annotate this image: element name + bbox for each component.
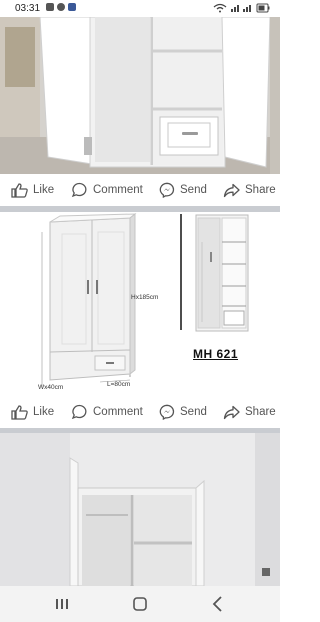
back-icon (212, 596, 222, 612)
gmail-icon (46, 3, 54, 11)
messenger-icon (159, 404, 175, 420)
facebook-icon (68, 3, 76, 11)
width-dimension-label: Wx40cm (38, 384, 64, 391)
height-dimension-label: Hx185cm (131, 294, 159, 301)
thumbs-up-icon (11, 182, 28, 198)
comment-button[interactable]: Comment (71, 174, 143, 206)
signal-icon (231, 5, 239, 12)
length-dimension-label: L=80cm (107, 381, 131, 388)
system-icons (212, 3, 272, 15)
comment-label: Comment (93, 406, 143, 418)
post-actions-1: Like Comment Send Share (0, 174, 280, 206)
post-photo-product-spec[interactable]: Hx185cm Wx40cm L=80cm MH 621 (0, 212, 280, 397)
battery-icon (256, 3, 270, 13)
comment-icon (71, 404, 87, 420)
system-navigation-bar (0, 586, 280, 622)
send-button[interactable]: Send (159, 174, 207, 206)
signal-icon (243, 5, 251, 12)
like-button[interactable]: Like (11, 396, 54, 428)
send-button[interactable]: Send (159, 396, 207, 428)
recent-apps-button[interactable] (50, 594, 74, 614)
home-icon (133, 597, 147, 611)
comment-label: Comment (93, 184, 143, 196)
share-label: Share (245, 184, 276, 196)
model-code-label: MH 621 (193, 347, 239, 361)
comment-icon (71, 182, 87, 198)
thumbs-up-icon (11, 404, 28, 420)
comment-button[interactable]: Comment (71, 396, 143, 428)
post-photo-wardrobe-interior[interactable] (0, 17, 280, 174)
share-button[interactable]: Share (223, 396, 276, 428)
back-button[interactable] (206, 594, 230, 614)
like-label: Like (33, 184, 55, 196)
home-button[interactable] (128, 594, 152, 614)
share-icon (223, 405, 240, 419)
share-icon (223, 183, 240, 197)
like-label: Like (33, 406, 55, 418)
share-button[interactable]: Share (223, 174, 276, 206)
post-actions-2: Like Comment Send Share (0, 396, 280, 428)
send-label: Send (180, 184, 207, 196)
wifi-icon (213, 3, 227, 13)
like-button[interactable]: Like (11, 174, 54, 206)
recent-apps-icon (56, 599, 68, 609)
messenger-icon (159, 182, 175, 198)
share-label: Share (245, 406, 276, 418)
whatsapp-icon (57, 3, 65, 11)
send-label: Send (180, 406, 207, 418)
post-photo-open-cabinet[interactable] (0, 433, 280, 586)
status-time: 03:31 (15, 3, 41, 14)
status-bar: 03:31 (0, 0, 280, 17)
